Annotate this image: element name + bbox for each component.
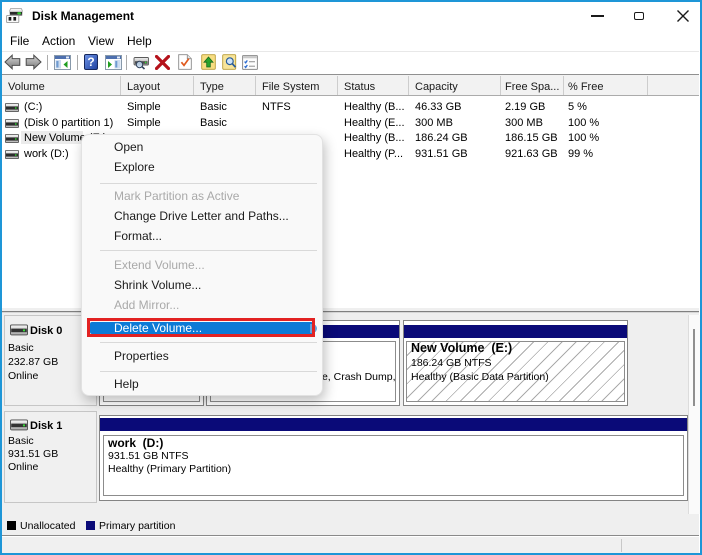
svg-text:?: ? [87,55,94,69]
